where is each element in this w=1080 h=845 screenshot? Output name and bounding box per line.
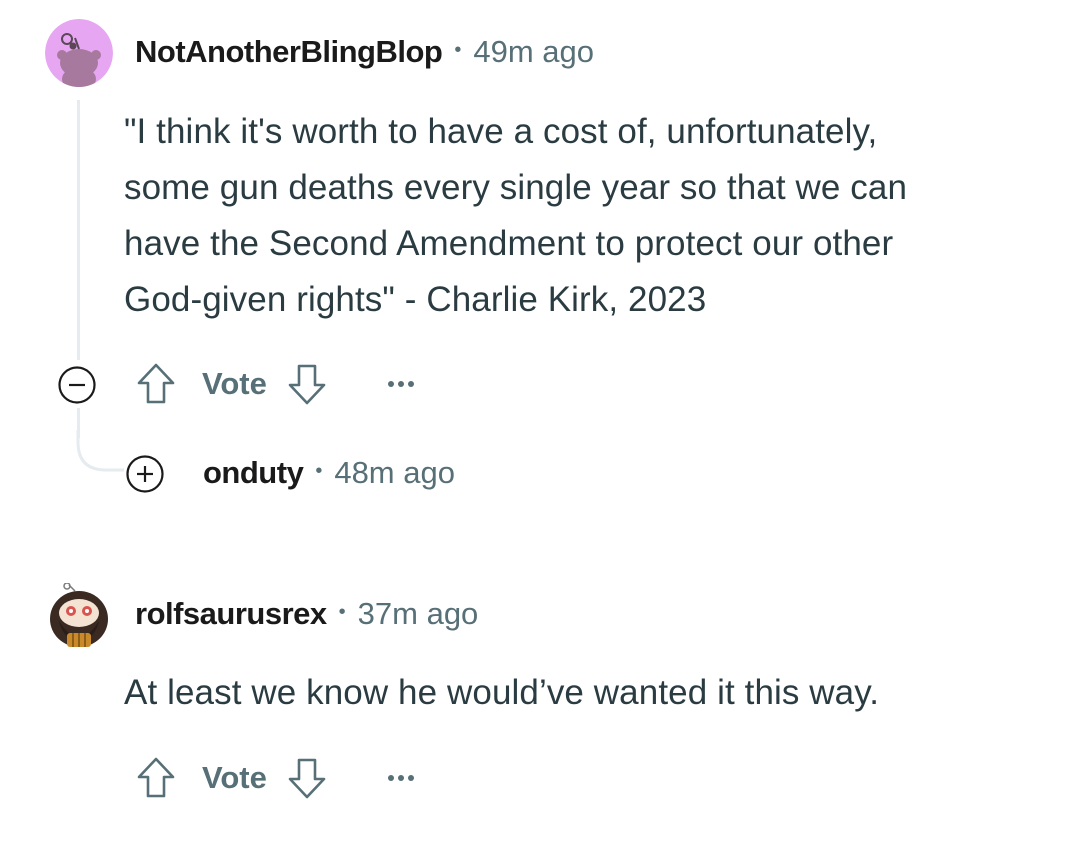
comment-line: At least we know he would’ve wanted it t… xyxy=(124,673,880,712)
upvote-button[interactable] xyxy=(134,754,178,802)
expand-thread-button[interactable] xyxy=(125,454,165,494)
ellipsis-icon xyxy=(387,381,414,387)
downvote-button[interactable] xyxy=(285,360,329,408)
timestamp[interactable]: 48m ago xyxy=(334,455,455,491)
timestamp[interactable]: 37m ago xyxy=(358,596,479,632)
comment-body: "I think it's worth to have a cost of, u… xyxy=(124,104,907,328)
comment-line: God-given rights" - Charlie Kirk, 2023 xyxy=(124,280,707,319)
comment-header: rolfsaurusrex • 37m ago xyxy=(135,596,478,632)
comment-line: have the Second Amendment to protect our… xyxy=(124,224,894,263)
vote-count: Vote xyxy=(202,366,267,401)
comment-line: "I think it's worth to have a cost of, u… xyxy=(124,112,878,151)
username[interactable]: rolfsaurusrex xyxy=(135,596,327,632)
thread-branch xyxy=(76,430,124,472)
separator-dot: • xyxy=(315,459,323,482)
plus-circle-icon xyxy=(126,455,164,493)
comment-actions: Vote xyxy=(134,359,421,409)
collapse-thread-button[interactable] xyxy=(57,365,97,405)
more-options-button[interactable] xyxy=(381,364,421,404)
comment-actions: Vote xyxy=(134,753,421,803)
downvote-button[interactable] xyxy=(285,754,329,802)
separator-dot: • xyxy=(338,600,346,623)
separator-dot: • xyxy=(454,38,462,61)
username[interactable]: NotAnotherBlingBlop xyxy=(135,34,443,70)
thread-line xyxy=(77,100,80,360)
upvote-arrow-icon xyxy=(137,363,175,404)
downvote-arrow-icon xyxy=(288,758,326,799)
downvote-arrow-icon xyxy=(288,364,326,405)
timestamp[interactable]: 49m ago xyxy=(473,34,594,70)
avatar[interactable] xyxy=(45,583,113,651)
comment-header: NotAnotherBlingBlop • 49m ago xyxy=(135,34,594,70)
minus-circle-icon xyxy=(58,366,96,404)
comment-line: some gun deaths every single year so tha… xyxy=(124,168,908,207)
vote-count: Vote xyxy=(202,760,267,795)
comment-body: At least we know he would’ve wanted it t… xyxy=(124,665,879,721)
comment-header: onduty • 48m ago xyxy=(203,455,455,491)
username[interactable]: onduty xyxy=(203,455,304,491)
upvote-button[interactable] xyxy=(134,360,178,408)
more-options-button[interactable] xyxy=(381,758,421,798)
upvote-arrow-icon xyxy=(137,757,175,798)
avatar[interactable] xyxy=(45,19,113,87)
ellipsis-icon xyxy=(387,775,414,781)
